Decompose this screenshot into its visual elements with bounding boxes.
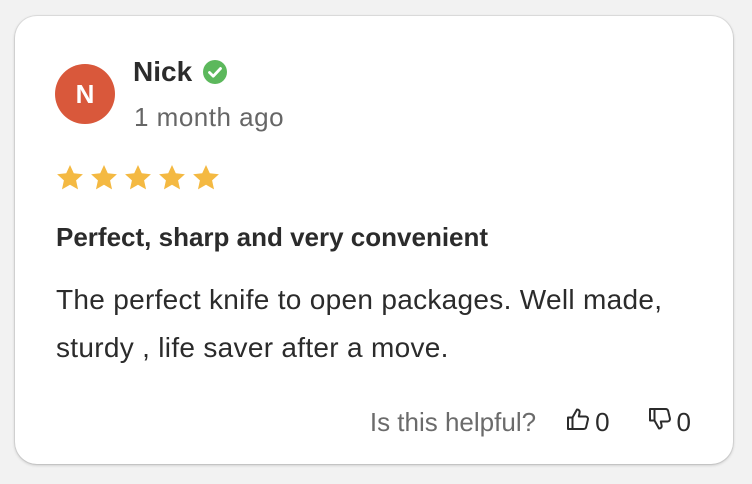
thumbs-up-icon	[564, 405, 595, 440]
thumbs-down-count: 0	[676, 406, 691, 437]
star-rating	[55, 164, 221, 192]
star-icon	[89, 164, 119, 192]
helpful-prompt: Is this helpful?	[369, 406, 537, 437]
star-icon	[123, 164, 153, 192]
avatar-initial: N	[75, 78, 95, 109]
author-row: Nick	[133, 54, 228, 90]
helpful-row: Is this helpful? 0 0	[370, 402, 691, 442]
thumbs-up-count: 0	[595, 406, 610, 437]
author-name: Nick	[133, 56, 193, 87]
review-body: The perfect knife to open packages. Well…	[56, 284, 663, 363]
thumbs-down-icon	[646, 405, 677, 440]
review-title: Perfect, sharp and very convenient	[56, 222, 489, 252]
review-date: 1 month ago	[134, 102, 285, 132]
thumbs-up-button[interactable]: 0	[564, 405, 610, 440]
avatar: N	[55, 64, 115, 124]
thumbs-down-button[interactable]: 0	[646, 405, 691, 440]
review-card: N Nick 1 month ago Perfect, sharp and ve…	[15, 16, 733, 464]
verified-check-icon	[202, 59, 228, 85]
star-icon	[157, 164, 187, 192]
star-icon	[55, 164, 85, 192]
star-icon	[191, 164, 221, 192]
